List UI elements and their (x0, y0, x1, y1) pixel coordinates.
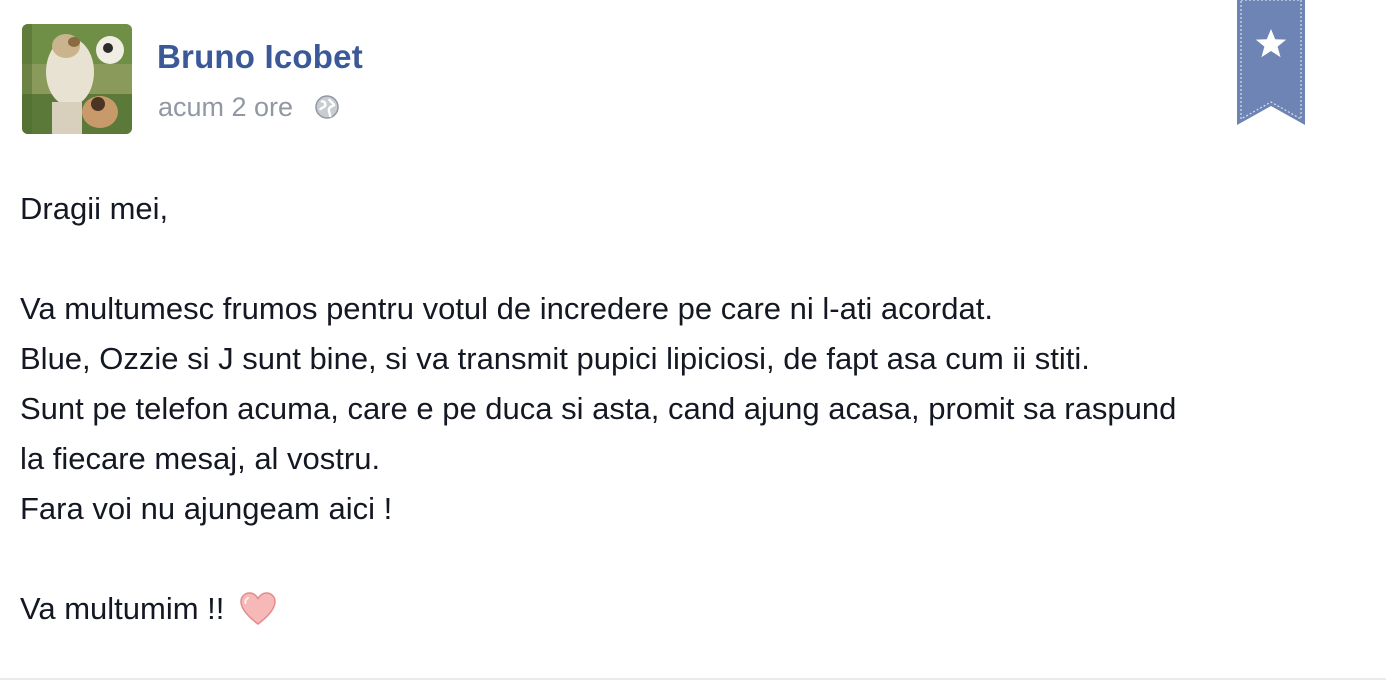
bookmark-ribbon[interactable] (1237, 0, 1305, 125)
post-message: Dragii mei, Va multumesc frumos pentru v… (20, 184, 1372, 634)
heart-icon (238, 589, 278, 629)
author-name[interactable]: Bruno Icobet (157, 38, 363, 76)
facebook-post: Bruno Icobet acum 2 ore Dragii mei, Va m… (0, 0, 1386, 700)
post-line: la fiecare mesaj, al vostru. (20, 441, 381, 476)
post-line: Fara voi nu ajungeam aici ! (20, 491, 393, 526)
post-divider (0, 678, 1386, 680)
post-meta: acum 2 ore (158, 90, 341, 124)
post-line: Blue, Ozzie si J sunt bine, si va transm… (20, 341, 1090, 376)
post-timestamp[interactable]: acum 2 ore (158, 92, 293, 123)
avatar-photo (22, 24, 132, 134)
avatar[interactable] (22, 24, 132, 134)
post-closing-line: Va multumim !! (20, 584, 1372, 634)
post-line: Sunt pe telefon acuma, care e pe duca si… (20, 391, 1177, 426)
post-closing: Va multumim !! (20, 591, 225, 626)
post-greeting: Dragii mei, (20, 191, 169, 226)
globe-icon[interactable] (313, 93, 341, 121)
post-line: Va multumesc frumos pentru votul de incr… (20, 291, 993, 326)
